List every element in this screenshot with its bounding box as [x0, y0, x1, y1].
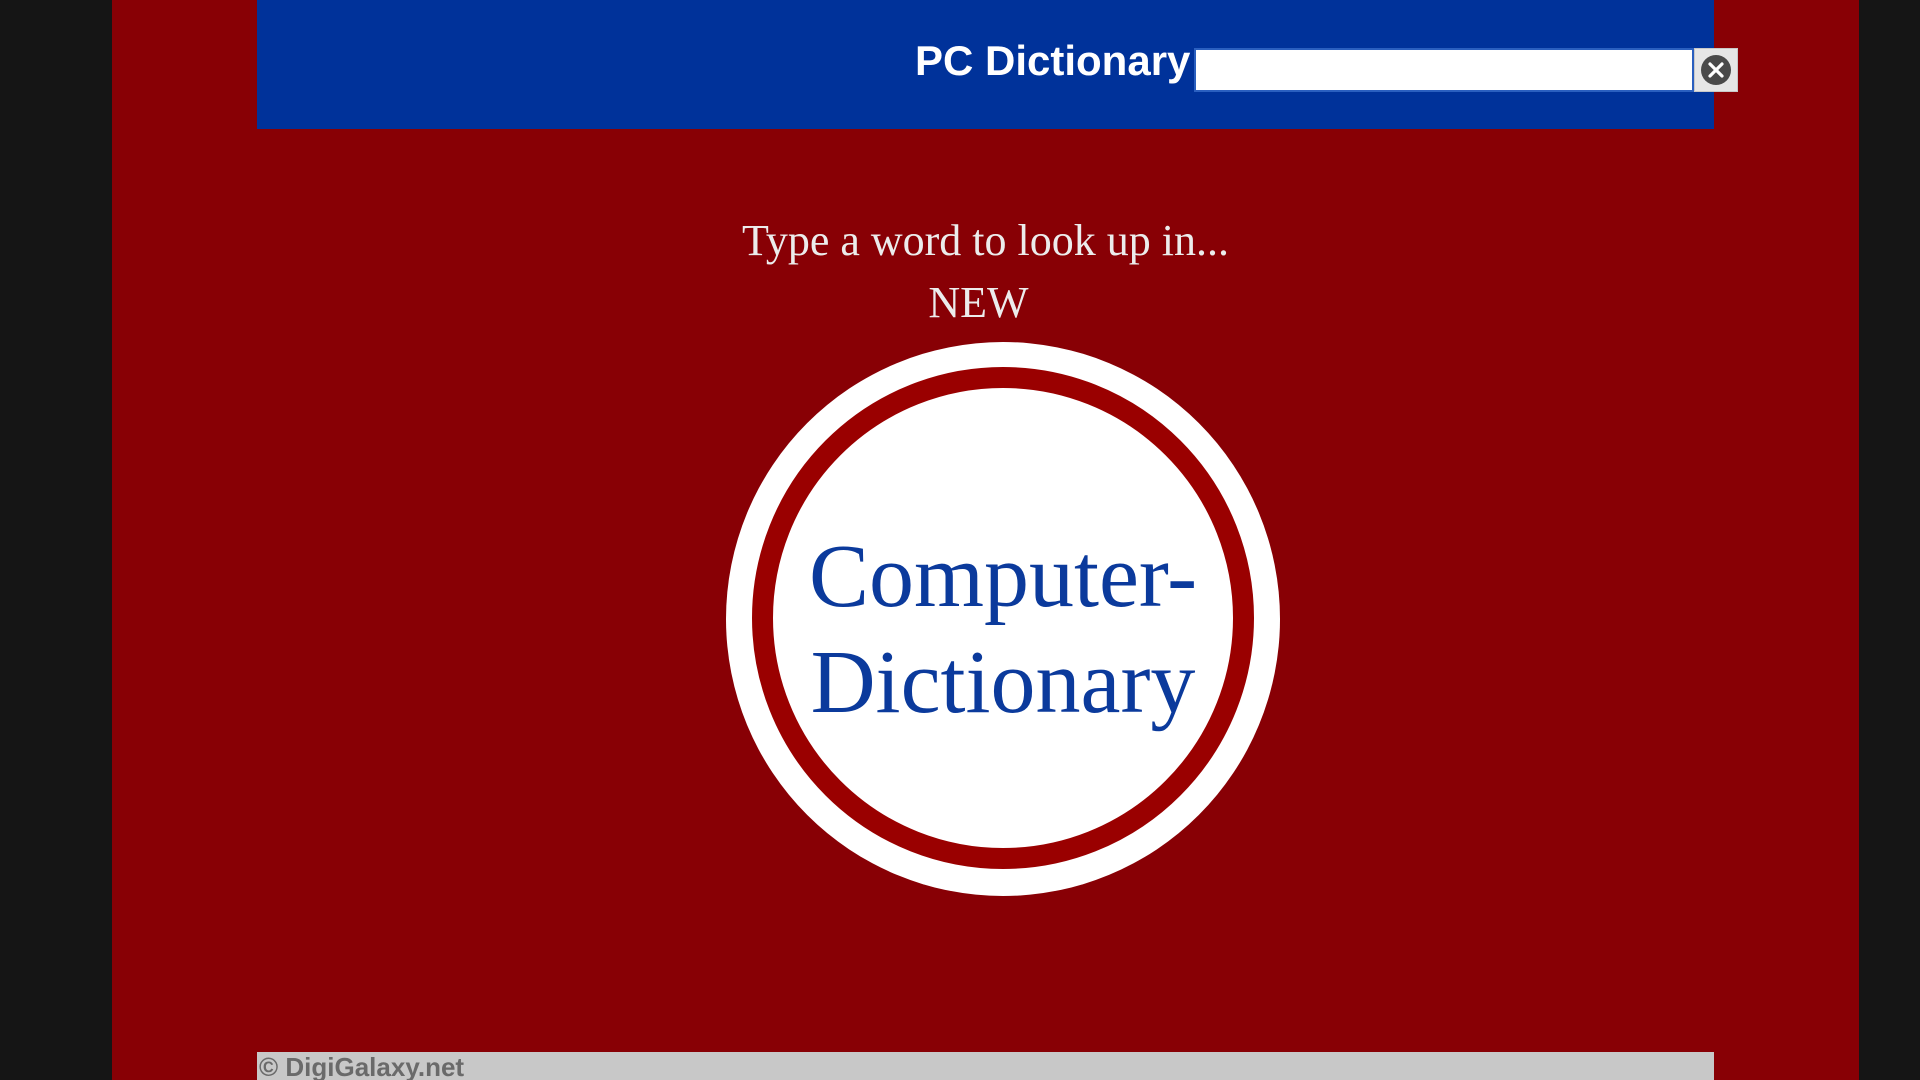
- logo-text-line2: Dictionary: [810, 633, 1196, 732]
- prompt-text: Type a word to look up in...: [742, 216, 1229, 265]
- clear-search-button[interactable]: [1694, 48, 1738, 92]
- search-input[interactable]: [1194, 48, 1694, 92]
- lookup-prompt: Type a word to look up in... NEW: [112, 210, 1859, 334]
- app-title: PC Dictionary: [915, 37, 1191, 84]
- footer-bar: © DigiGalaxy.net: [257, 1052, 1714, 1080]
- close-circle-icon: [1701, 55, 1731, 85]
- logo-text: Computer- Dictionary: [726, 524, 1280, 736]
- computer-dictionary-logo: Computer- Dictionary: [726, 342, 1280, 896]
- header-bar: PC Dictionary: [257, 0, 1738, 129]
- copyright-text: © DigiGalaxy.net: [259, 1052, 465, 1080]
- app-frame: PC Dictionary Type a word to look up in.…: [112, 0, 1859, 1080]
- logo-text-line1: Computer-: [808, 527, 1198, 626]
- new-label: NEW: [928, 278, 1029, 327]
